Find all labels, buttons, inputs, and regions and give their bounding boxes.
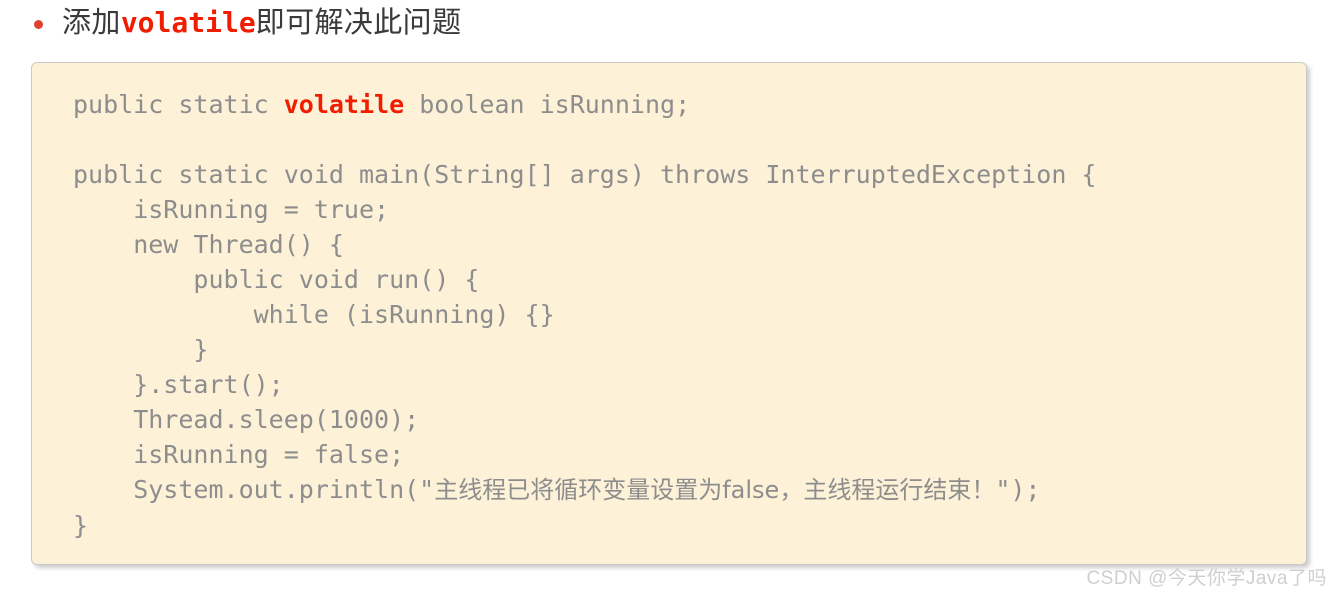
code-segment-main-body: boolean isRunning; public static void ma…: [73, 90, 1097, 504]
title-text-after: 即可解决此问题: [255, 6, 462, 39]
bullet-point-icon: [34, 19, 43, 29]
code-segment-before-keyword: public static: [73, 90, 284, 119]
page-title: 添加volatile即可解决此问题: [62, 5, 462, 39]
code-string-literal-chinese: 主线程已将循环变量设置为false，主线程运行结束！: [434, 476, 996, 504]
code-block-container: public static volatile boolean isRunning…: [31, 62, 1307, 565]
title-keyword-volatile: volatile: [120, 5, 256, 39]
watermark-text: CSDN @今天你学Java了吗: [1086, 568, 1327, 589]
bullet-title-line: 添加volatile即可解决此问题: [34, 0, 461, 46]
java-code-snippet: public static volatile boolean isRunning…: [32, 63, 1306, 543]
title-text-before: 添加: [62, 6, 121, 39]
code-keyword-volatile: volatile: [283, 90, 405, 119]
